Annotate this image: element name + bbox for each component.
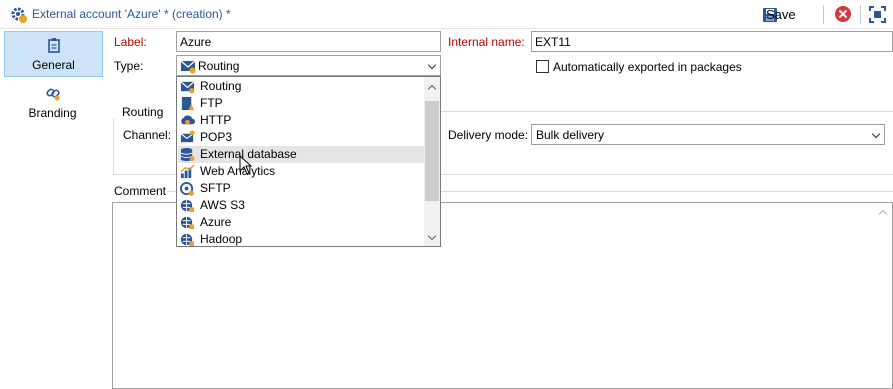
chevron-down-icon[interactable] [427, 231, 437, 241]
mouse-cursor-icon [239, 155, 253, 175]
routing-icon [180, 60, 196, 74]
type-option-label: SFTP [200, 181, 231, 195]
nav-item-label: Branding [28, 106, 77, 120]
sftp-icon [180, 181, 194, 196]
type-option-label: HTTP [200, 113, 232, 127]
delivery-mode-label: Delivery mode: [448, 128, 529, 142]
http-icon [181, 115, 195, 125]
type-select-value: Routing [198, 59, 240, 73]
type-option-routing[interactable]: Routing [178, 78, 425, 95]
fullscreen-icon[interactable] [869, 6, 886, 23]
database-icon [180, 147, 195, 162]
type-option-azure[interactable]: Azure [178, 214, 425, 231]
comment-scrollbar[interactable] [875, 203, 892, 388]
chevron-up-icon [878, 209, 888, 219]
type-option-external-database[interactable]: External database [178, 146, 425, 163]
aws-s3-icon [180, 199, 195, 213]
window-title: External account 'Azure' * (creation) * [32, 7, 231, 21]
type-option-label: Web Analytics [200, 164, 276, 178]
internal-name-label: Internal name: [448, 35, 525, 49]
auto-export-checkbox[interactable] [536, 60, 549, 73]
type-option-aws-s3[interactable]: AWS S3 [178, 197, 425, 214]
nav-item-label: General [32, 58, 75, 72]
web-analytics-icon [180, 164, 195, 179]
hadoop-icon [180, 233, 195, 246]
nav-item-general[interactable]: General [4, 31, 103, 77]
pop3-icon [180, 130, 195, 143]
type-option-label: Azure [200, 215, 232, 229]
title-bar: External account 'Azure' * (creation) * … [0, 0, 893, 29]
label-field[interactable]: Azure [176, 31, 441, 52]
nav-item-branding[interactable]: Branding [4, 80, 103, 126]
ftp-icon [181, 96, 195, 111]
routing-group-label: Routing [122, 105, 164, 119]
link-icon [46, 88, 60, 101]
chevron-down-icon [867, 125, 884, 144]
type-option-label: AWS S3 [200, 198, 245, 212]
chevron-down-icon [423, 56, 440, 75]
type-option-web-analytics[interactable]: Web Analytics [178, 163, 425, 180]
delivery-mode-value: Bulk delivery [536, 128, 605, 142]
azure-icon [180, 216, 195, 230]
clipboard-icon [48, 38, 60, 53]
type-option-ftp[interactable]: FTP [178, 95, 425, 112]
close-icon[interactable] [835, 6, 851, 22]
type-label: Type: [114, 59, 144, 73]
type-option-http[interactable]: HTTP [178, 112, 425, 129]
scrollbar-thumb[interactable] [425, 101, 439, 201]
save-label: Save [766, 7, 796, 22]
toolbar-separator [860, 5, 861, 24]
channel-label: Channel: [123, 128, 172, 142]
chevron-up-icon[interactable] [427, 84, 437, 94]
internal-name-field[interactable]: EXT11 [531, 31, 893, 52]
type-option-label: Routing [200, 79, 242, 93]
type-option-label: Hadoop [200, 232, 243, 246]
group-border [113, 118, 114, 174]
type-dropdown-list: Routing FTP HTTP POP3 External database Web A… [176, 76, 441, 247]
auto-export-label: Automatically exported in packages [553, 60, 742, 74]
dropdown-scrollbar[interactable] [424, 77, 440, 246]
label-field-label: Label: [114, 35, 147, 49]
delivery-mode-select[interactable]: Bulk delivery [531, 124, 885, 145]
type-select[interactable]: Routing [176, 55, 441, 76]
comment-label: Comment [114, 184, 167, 198]
type-option-label: FTP [200, 96, 223, 110]
save-button[interactable]: Save [762, 4, 796, 25]
external-account-window: External account 'Azure' * (creation) * … [0, 0, 893, 389]
type-option-hadoop[interactable]: Hadoop [178, 231, 425, 246]
type-option-label: POP3 [200, 130, 233, 144]
gear-icon [11, 7, 27, 23]
routing-icon [180, 81, 195, 94]
toolbar-separator [823, 5, 824, 24]
type-option-sftp[interactable]: SFTP [178, 180, 425, 197]
type-option-pop3[interactable]: POP3 [178, 129, 425, 146]
group-border [441, 111, 893, 112]
